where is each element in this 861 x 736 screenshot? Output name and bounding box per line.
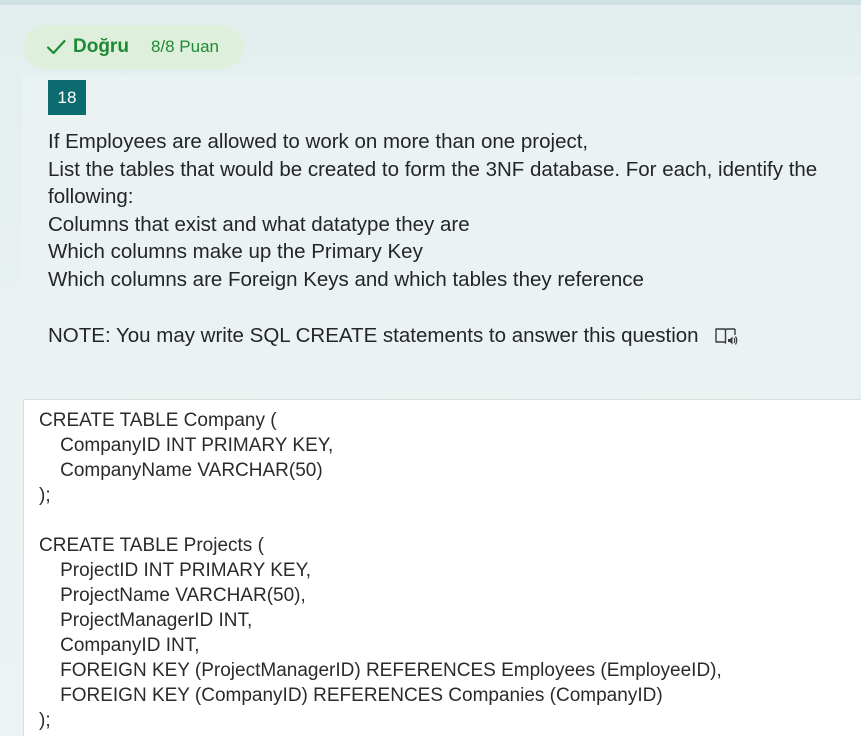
answer-line: CompanyID INT PRIMARY KEY, [39,435,334,456]
answer-line [39,508,722,533]
answer-line: FOREIGN KEY (CompanyID) REFERENCES Compa… [39,685,663,706]
answer-line: ProjectID INT PRIMARY KEY, [39,560,312,581]
checkmark-icon [45,36,67,58]
answer-line: CREATE TABLE Company ( [39,410,277,431]
question-line: List the tables that would be created to… [48,157,818,209]
question-line: Columns that exist and what datatype the… [48,212,470,236]
immersive-reader-icon[interactable] [714,325,738,347]
question-line: Which columns are Foreign Keys and which… [48,267,644,291]
answer-line: FOREIGN KEY (ProjectManagerID) REFERENCE… [39,660,722,681]
answer-line: ProjectName VARCHAR(50), [39,585,306,606]
answer-line: CompanyID INT, [39,635,200,656]
question-number-badge: 18 [48,80,86,115]
question-line: Which columns make up the Primary Key [48,240,423,263]
answer-line: CREATE TABLE Projects ( [39,535,264,556]
top-strip [0,0,861,5]
question-note: NOTE: You may write SQL CREATE statement… [48,322,738,350]
answer-line: ProjectManagerID INT, [39,610,253,631]
result-points: 8/8 Puan [150,37,219,56]
question-line: If Employees are allowed to work on more… [48,130,589,153]
answer-text: CREATE TABLE Company ( CompanyID INT PRI… [39,408,722,733]
answer-line: CompanyName VARCHAR(50) [39,460,323,481]
answer-textbox[interactable]: CREATE TABLE Company ( CompanyID INT PRI… [23,399,861,736]
answer-line: ); [39,485,51,506]
note-text: NOTE: You may write SQL CREATE statement… [48,324,699,347]
result-badge: Doğru 8/8 Puan [23,25,244,69]
answer-line: ); [39,710,51,731]
question-text: If Employees are allowed to work on more… [48,128,853,293]
result-status: Doğru [73,36,129,57]
